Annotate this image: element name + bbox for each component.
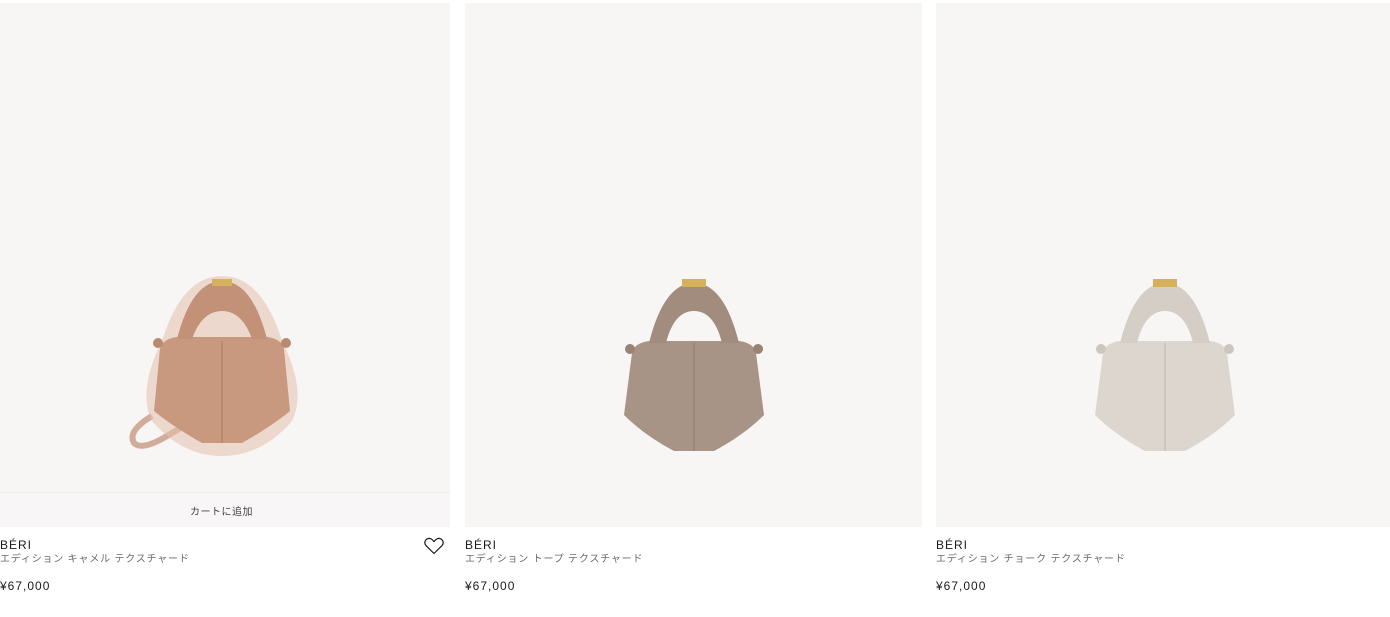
product-image[interactable]: [936, 3, 1390, 527]
product-card[interactable]: BÉRI エディション トープ テクスチャード ¥67,000: [465, 3, 922, 593]
bag-image-chalk: [1065, 275, 1265, 465]
bag-image-taupe: [594, 275, 794, 465]
product-grid: カートに追加 BÉRI エディション キャメル テクスチャード ¥67,000: [0, 0, 1390, 617]
product-info: BÉRI エディション チョーク テクスチャード ¥67,000: [936, 527, 1390, 593]
product-image[interactable]: [465, 3, 922, 527]
product-variant[interactable]: エディション トープ テクスチャード: [465, 553, 922, 567]
bag-image-camel: [122, 271, 322, 461]
product-brand[interactable]: BÉRI: [936, 538, 1390, 552]
product-info: BÉRI エディション キャメル テクスチャード ¥67,000: [0, 527, 450, 593]
product-price: ¥67,000: [465, 579, 516, 593]
add-to-cart-button[interactable]: カートに追加: [0, 492, 450, 527]
product-price: ¥67,000: [936, 579, 987, 593]
product-variant[interactable]: エディション キャメル テクスチャード: [0, 553, 450, 567]
product-card[interactable]: カートに追加 BÉRI エディション キャメル テクスチャード ¥67,000: [0, 3, 450, 593]
product-brand[interactable]: BÉRI: [0, 538, 450, 552]
heart-icon[interactable]: [424, 537, 444, 555]
product-image[interactable]: カートに追加: [0, 3, 450, 527]
product-price: ¥67,000: [0, 579, 51, 593]
product-card[interactable]: BÉRI エディション チョーク テクスチャード ¥67,000: [936, 3, 1390, 593]
product-info: BÉRI エディション トープ テクスチャード ¥67,000: [465, 527, 922, 593]
product-brand[interactable]: BÉRI: [465, 538, 922, 552]
product-variant[interactable]: エディション チョーク テクスチャード: [936, 553, 1390, 567]
